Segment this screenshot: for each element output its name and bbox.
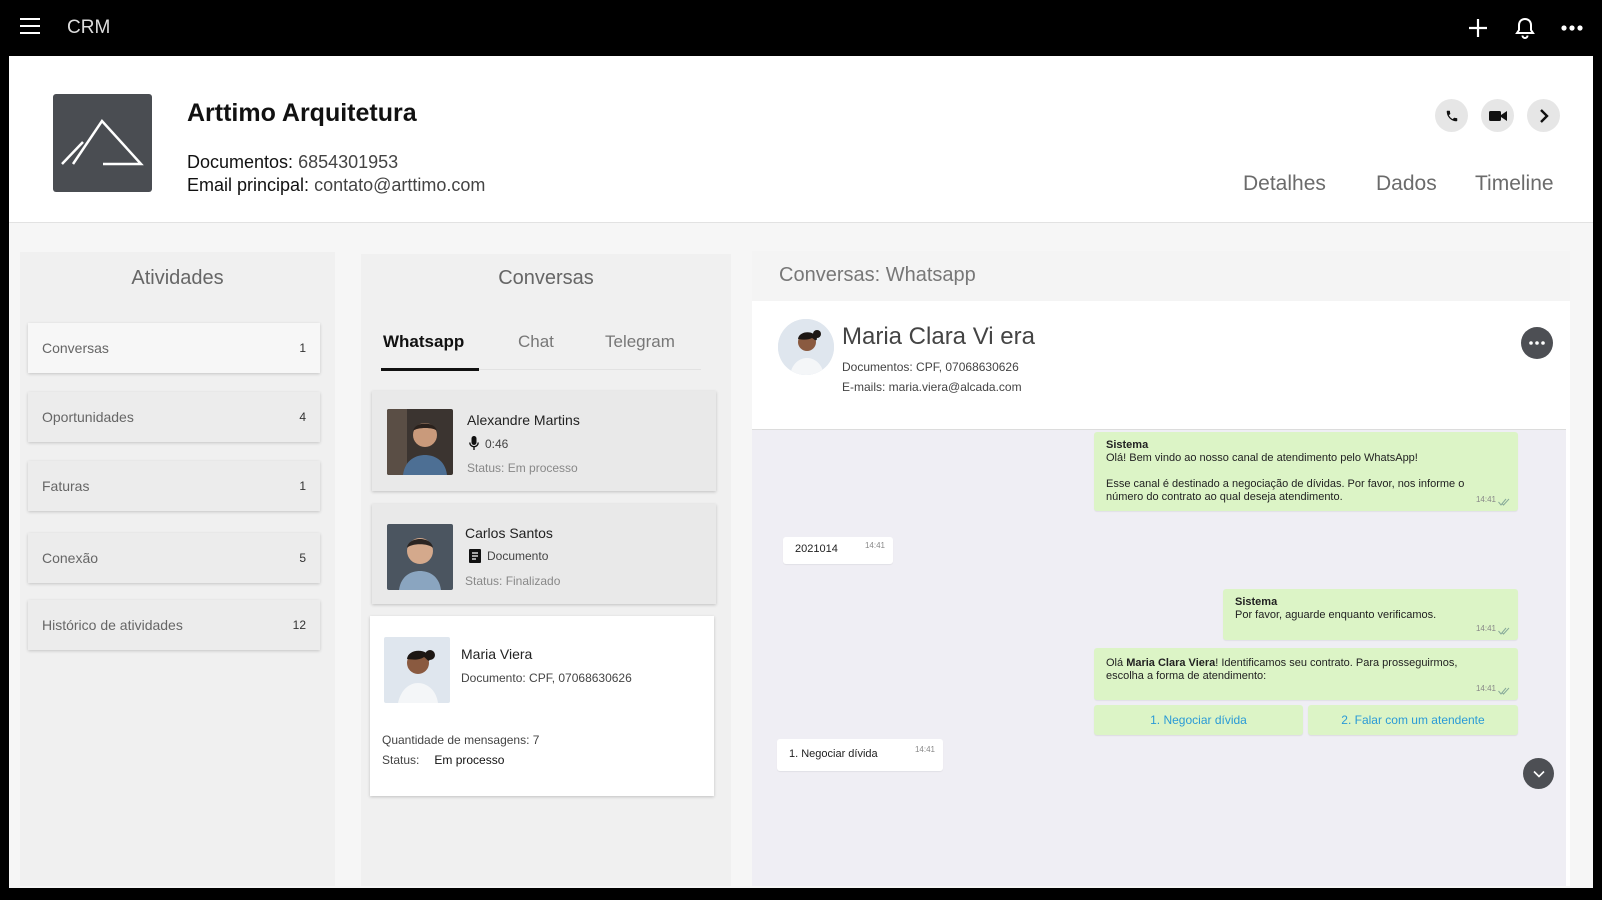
conversation-status: Status: Finalizado [465,574,561,588]
message-outgoing: Sistema Por favor, aguarde enquanto veri… [1223,589,1518,640]
chat-header: Conversas: Whatsapp [752,251,1570,301]
phone-button[interactable] [1435,99,1468,132]
active-tab-indicator [381,368,479,371]
company-header: Arttimo Arquitetura Documentos: 68543019… [9,56,1593,223]
tab-chat[interactable]: Chat [518,332,554,352]
conversations-title: Conversas [498,267,594,289]
plus-icon[interactable] [1464,14,1492,42]
next-button[interactable] [1527,99,1560,132]
tab-whatsapp[interactable]: Whatsapp [383,332,464,352]
app-title: CRM [67,17,111,38]
activities-title: Atividades [131,267,224,289]
conversation-item-alexandre[interactable]: Alexandre Martins 0:46 Status: Em proces… [372,391,716,491]
more-horizontal-icon [1529,341,1545,345]
conversation-detail: Documento: CPF, 07068630626 [461,671,632,685]
bell-icon[interactable] [1511,14,1539,42]
message-incoming: 2021014 14:41 [783,537,893,564]
conversation-detail: 0:46 [469,436,508,451]
message-list: Sistema Olá! Bem vindo ao nosso canal de… [752,429,1566,886]
top-bar: CRM [0,0,1602,56]
activity-item-faturas[interactable]: Faturas 1 [28,461,320,511]
chat-panel: Conversas: Whatsapp Maria Clara Vi era D… [752,251,1570,886]
menu-icon[interactable] [20,18,40,36]
contact-name: Maria Viera [461,646,533,662]
chevron-down-icon [1532,770,1545,778]
microphone-icon [469,436,479,450]
phone-icon [1446,110,1457,121]
message-outgoing: Olá Maria Clara Viera! Identificamos seu… [1094,648,1518,700]
option-falar-atendente-button[interactable]: 2. Falar com um atendente [1308,705,1518,735]
avatar [387,524,453,590]
double-check-icon [1498,498,1510,506]
main-canvas: Arttimo Arquitetura Documentos: 68543019… [9,56,1593,888]
activity-item-conexao[interactable]: Conexão 5 [28,533,320,583]
company-logo [53,94,152,192]
activity-item-historico[interactable]: Histórico de atividades 12 [28,600,320,650]
conversation-item-carlos[interactable]: Carlos Santos Documento Status: Finaliza… [372,504,716,604]
video-button[interactable] [1481,99,1514,132]
contact-avatar [778,319,834,375]
company-documents: Documentos: 6854301953 [187,152,399,172]
conversation-status: Status: Em processo [467,461,578,475]
tab-timeline[interactable]: Timeline [1475,172,1554,196]
chevron-right-icon [1539,108,1549,123]
message-incoming: 1. Negociar dívida 14:41 [777,739,943,771]
contact-emails: E-mails: maria.viera@alcada.com [842,380,1022,394]
tab-dados[interactable]: Dados [1376,172,1437,196]
avatar [387,409,453,475]
double-check-icon [1498,627,1510,635]
more-horizontal-icon[interactable] [1558,14,1586,42]
contact-name: Maria Clara Vi era [842,323,1035,350]
option-negociar-divida-button[interactable]: 1. Negociar dívida [1094,705,1303,735]
chat-title: Conversas: Whatsapp [779,264,976,286]
conversation-status: Status: Em processo [382,753,505,767]
avatar [384,637,450,703]
conversation-detail: Documento [469,549,548,563]
contact-name: Carlos Santos [465,525,553,541]
document-icon [469,549,481,563]
more-options-button[interactable] [1521,327,1553,359]
contact-documents: Documentos: CPF, 07068630626 [842,360,1019,374]
conversation-tabs: Whatsapp Chat Telegram [381,324,701,371]
conversation-item-maria[interactable]: Maria Viera Documento: CPF, 07068630626 … [370,616,714,796]
double-check-icon [1498,687,1510,695]
video-icon [1488,110,1507,121]
activity-item-conversas[interactable]: Conversas 1 [28,323,320,373]
scroll-down-button[interactable] [1523,758,1554,789]
message-count: Quantidade de mensagens: 7 [382,733,540,747]
message-outgoing: Sistema Olá! Bem vindo ao nosso canal de… [1094,432,1518,511]
company-email: Email principal: contato@arttimo.com [187,175,486,195]
company-name: Arttimo Arquitetura [187,99,417,127]
activities-panel: Atividades Conversas 1 Oportunidades 4 F… [20,252,335,886]
contact-name: Alexandre Martins [467,412,580,428]
tab-detalhes[interactable]: Detalhes [1243,172,1326,196]
tab-telegram[interactable]: Telegram [605,332,675,352]
activity-item-oportunidades[interactable]: Oportunidades 4 [28,392,320,442]
conversations-panel: Conversas Whatsapp Chat Telegram Alexand… [361,254,731,886]
